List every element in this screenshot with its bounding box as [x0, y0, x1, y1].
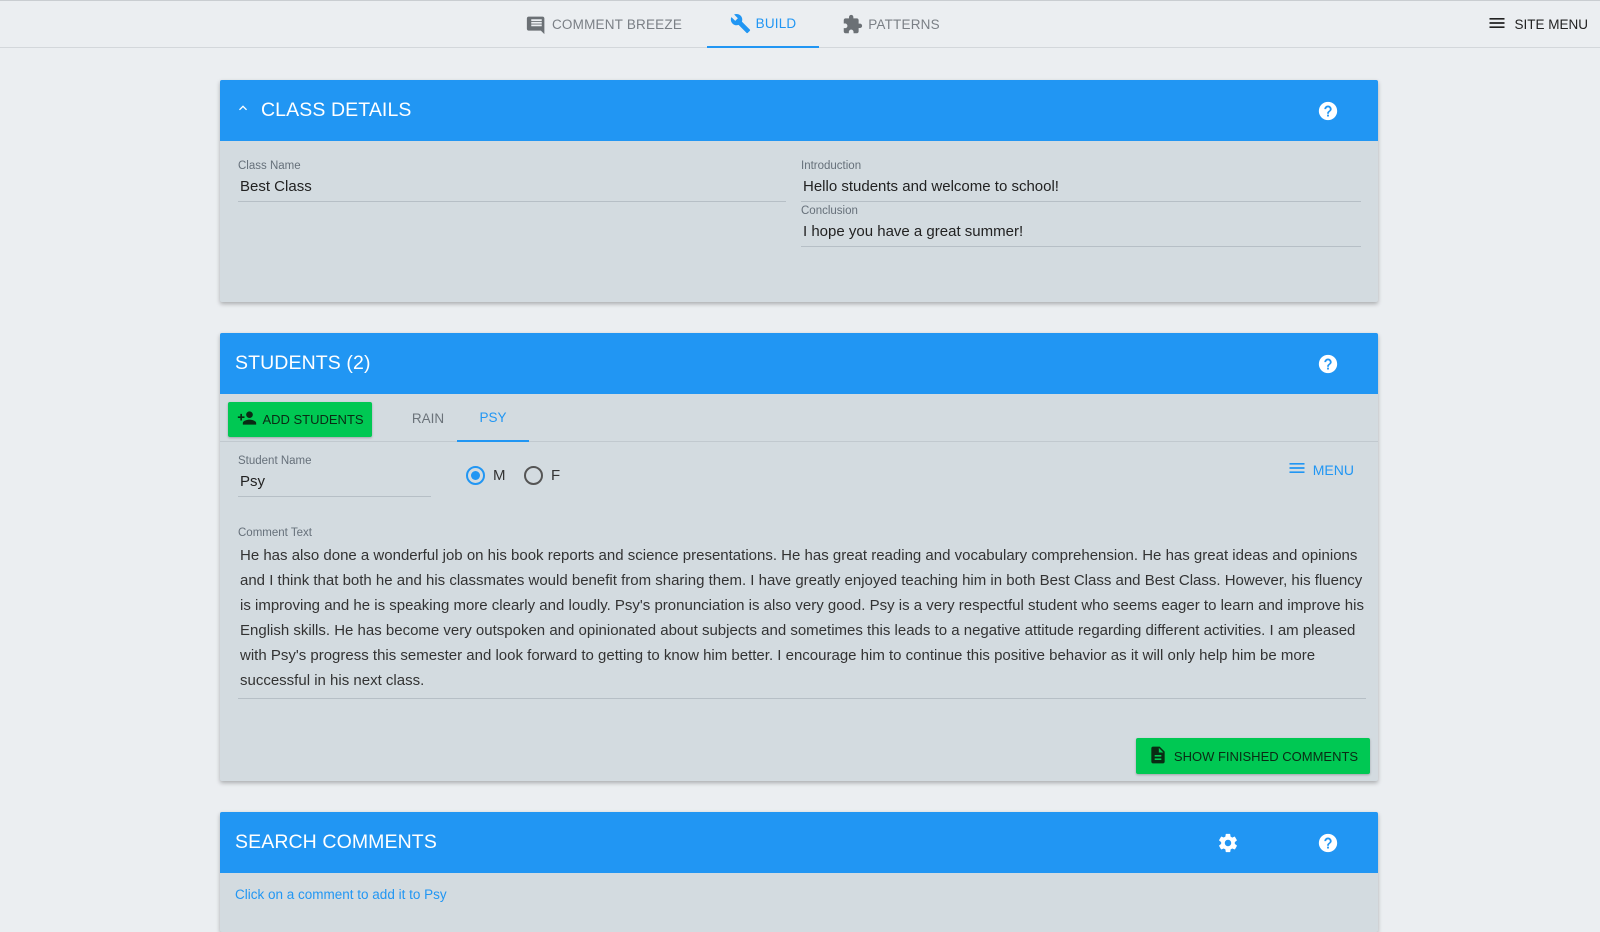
site-menu-button[interactable]: SITE MENU: [1487, 1, 1588, 48]
add-students-label: ADD STUDENTS: [262, 412, 364, 427]
conclusion-field[interactable]: Conclusion I hope you have a great summe…: [801, 205, 1361, 247]
student-tab-psy[interactable]: PSY: [457, 394, 529, 442]
document-icon: [1148, 744, 1168, 769]
class-details-card: CLASS DETAILS Class Name Best Class Intr…: [220, 80, 1378, 302]
menu-label: MENU: [1312, 461, 1354, 478]
search-hint-text: Click on a comment to add it to Psy: [235, 887, 447, 902]
gear-icon[interactable]: [1217, 832, 1239, 854]
nav-tab-label: PATTERNS: [868, 17, 940, 32]
class-details-header[interactable]: CLASS DETAILS: [220, 80, 1378, 141]
search-comments-title: SEARCH COMMENTS: [235, 831, 437, 853]
class-name-label: Class Name: [238, 160, 301, 172]
introduction-label: Introduction: [801, 160, 862, 172]
show-finished-comments-button[interactable]: SHOW FINISHED COMMENTS: [1136, 738, 1370, 774]
top-navigation: COMMENT BREEZE BUILD PATTERNS SITE MENU: [0, 0, 1600, 48]
introduction-input[interactable]: Hello students and welcome to school!: [801, 172, 1361, 202]
students-card: STUDENTS (2) ADD STUDENTS RAIN PSY Stude…: [220, 333, 1378, 781]
radio-unchecked-icon: [524, 466, 543, 485]
class-name-field[interactable]: Class Name Best Class: [238, 160, 786, 202]
gender-label: F: [551, 467, 561, 484]
student-name-field[interactable]: Student Name Psy: [238, 455, 431, 497]
comment-text-label: Comment Text: [238, 527, 312, 539]
help-icon[interactable]: [1317, 353, 1339, 375]
student-tabs: ADD STUDENTS RAIN PSY: [220, 394, 1378, 442]
wrench-icon: [730, 13, 751, 34]
chevron-up-icon[interactable]: [235, 99, 251, 122]
help-icon[interactable]: [1317, 832, 1339, 854]
search-comments-card: SEARCH COMMENTS Click on a comment to ad…: [220, 812, 1378, 932]
search-comments-header: SEARCH COMMENTS: [220, 812, 1378, 873]
student-name-input[interactable]: Psy: [238, 467, 431, 497]
radio-checked-icon: [466, 466, 485, 485]
gender-radio-f[interactable]: F: [524, 466, 560, 485]
comment-textarea[interactable]: He has also done a wonderful job on his …: [238, 541, 1366, 699]
student-menu-button[interactable]: MENU: [1287, 458, 1354, 481]
site-menu-label: SITE MENU: [1514, 17, 1588, 32]
help-icon[interactable]: [1317, 100, 1339, 122]
gender-label: M: [493, 467, 506, 484]
student-tab-rain[interactable]: RAIN: [388, 394, 468, 442]
student-name-label: Student Name: [238, 455, 312, 467]
students-title: STUDENTS (2): [235, 352, 371, 374]
comment-icon: [526, 14, 547, 35]
nav-tab-comment-breeze[interactable]: COMMENT BREEZE: [522, 1, 686, 48]
student-tab-label: RAIN: [411, 410, 445, 426]
nav-tab-patterns[interactable]: PATTERNS: [835, 1, 947, 48]
nav-tab-label: BUILD: [755, 16, 797, 31]
hamburger-icon: [1287, 458, 1307, 481]
class-name-input[interactable]: Best Class: [238, 172, 786, 202]
students-header: STUDENTS (2): [220, 333, 1378, 394]
hamburger-icon: [1487, 13, 1507, 36]
show-finished-label: SHOW FINISHED COMMENTS: [1173, 748, 1359, 764]
conclusion-input[interactable]: I hope you have a great summer!: [801, 217, 1361, 247]
add-students-button[interactable]: ADD STUDENTS: [228, 402, 372, 437]
person-add-icon: [236, 408, 258, 431]
gender-radio-m[interactable]: M: [466, 466, 506, 485]
nav-tab-build[interactable]: BUILD: [707, 1, 819, 48]
introduction-field[interactable]: Introduction Hello students and welcome …: [801, 160, 1361, 202]
conclusion-label: Conclusion: [801, 205, 858, 217]
student-tab-label: PSY: [479, 409, 507, 425]
puzzle-icon: [842, 14, 863, 35]
class-details-title: CLASS DETAILS: [261, 99, 412, 121]
nav-tab-label: COMMENT BREEZE: [551, 17, 683, 32]
